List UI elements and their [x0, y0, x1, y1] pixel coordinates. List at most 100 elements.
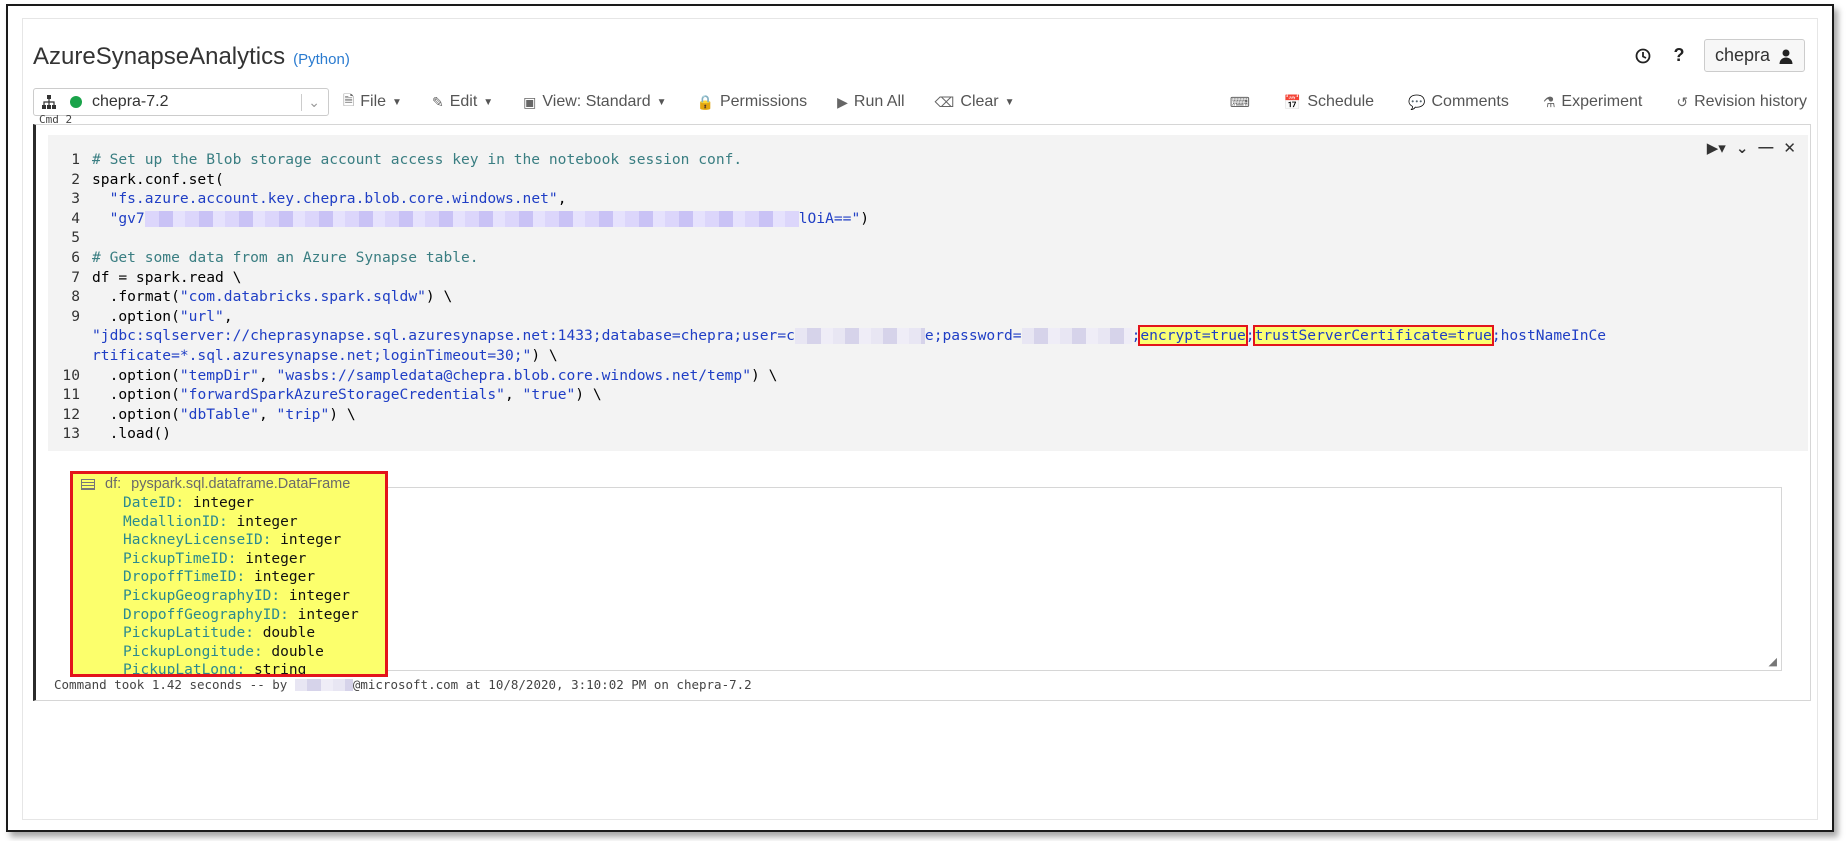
code-line: # Get some data from an Azure Synapse ta…: [92, 249, 479, 266]
edit-menu[interactable]: ✎ Edit ▼: [432, 93, 493, 111]
play-circle-icon: ▶: [837, 93, 848, 110]
flask-icon: ⚗: [1542, 93, 1556, 110]
redacted-key: [144, 210, 799, 227]
dataframe-name: df:: [105, 476, 122, 492]
cluster-tree-icon: [42, 95, 56, 109]
minimize-icon[interactable]: —: [1758, 139, 1773, 157]
schema-field: PickupTimeID: integer: [123, 550, 307, 567]
line-number: 4: [71, 209, 80, 227]
code-line: .load(): [92, 425, 172, 443]
permissions-button[interactable]: 🔒 Permissions: [697, 93, 808, 111]
code-line: "fs.azure.account.key.chepra.blob.core.w…: [109, 190, 567, 208]
close-icon[interactable]: ✕: [1783, 139, 1796, 157]
line-number: 6: [71, 249, 80, 266]
run-cell-icon[interactable]: ▶▾: [1707, 139, 1726, 157]
dataframe-schema-highlight: df: pyspark.sql.dataframe.DataFrame Date…: [70, 471, 388, 677]
user-name: chepra: [1714, 45, 1770, 65]
revision-history-button[interactable]: ↺ Revision history: [1676, 93, 1807, 111]
caret-down-icon: ▼: [1004, 96, 1015, 108]
line-number: 9: [71, 307, 80, 325]
line-number: 1: [71, 151, 80, 168]
code-line-wrap: "jdbc:sqlserver://cheprasynapse.sql.azur…: [92, 325, 1607, 347]
keyboard-shortcuts-button[interactable]: ⌨: [1230, 94, 1250, 111]
schema-field: DropoffTimeID: integer: [123, 569, 316, 586]
cluster-selector[interactable]: chepra-7.2 ⌄: [33, 88, 329, 116]
table-icon: [81, 478, 95, 490]
toolbar-right: ⌨ 📅 Schedule 💬 Comments ⚗ Experiment ↺ Revis…: [1196, 93, 1807, 111]
caret-down-icon: ▼: [656, 96, 667, 108]
line-number: 12: [62, 405, 80, 423]
resize-handle-icon[interactable]: ◢: [1769, 655, 1777, 668]
screenshot-frame: AzureSynapseAnalytics (Python) ? chepra …: [6, 4, 1834, 832]
lock-icon: 🔒: [696, 93, 714, 110]
schema-field: PickupLatitude: double: [123, 625, 316, 642]
dataframe-header[interactable]: df: pyspark.sql.dataframe.DataFrame: [81, 476, 350, 492]
schema-field: DropoffGeographyID: integer: [123, 606, 359, 623]
help-icon[interactable]: ?: [1668, 45, 1690, 67]
cluster-name: chepra-7.2: [92, 93, 169, 110]
cell-controls: ▶▾ ⌄ — ✕: [1707, 139, 1796, 157]
code-line: .option("url",: [92, 307, 233, 325]
highlight-trust-server-certificate: trustServerCertificate=true: [1252, 325, 1494, 347]
caret-down-icon: ▼: [483, 96, 494, 108]
line-number: 2: [71, 170, 80, 188]
experiment-button[interactable]: ⚗ Experiment: [1543, 93, 1642, 111]
schema-field: PickupLatLong: string: [123, 662, 307, 677]
comment-icon: 💬: [1408, 93, 1426, 110]
code-line: .option("dbTable", "trip") \: [92, 405, 356, 423]
line-number: 8: [71, 288, 80, 306]
schema-list: DateID: integer MedallionID: integer Hac…: [123, 494, 359, 677]
line-number: 10: [62, 366, 80, 384]
code-line: .option("tempDir", "wasbs://sampledata@c…: [92, 366, 778, 384]
code-editor[interactable]: ▶▾ ⌄ — ✕ 1 # Set up the Blob storage acc…: [48, 135, 1808, 451]
file-menu[interactable]: 🗎 File ▼: [343, 90, 402, 114]
notebook-window: AzureSynapseAnalytics (Python) ? chepra …: [22, 18, 1818, 820]
notebook-header: AzureSynapseAnalytics (Python): [33, 43, 350, 79]
redacted-username: [294, 678, 353, 691]
dataframe-type: pyspark.sql.dataframe.DataFrame: [131, 476, 351, 492]
code-line: "gv7 lOiA=="): [109, 209, 870, 227]
chevron-down-icon[interactable]: ⌄: [1736, 139, 1749, 157]
command-status: Command took 1.42 seconds -- by @microso…: [54, 677, 752, 692]
file-icon: 🗎: [343, 92, 355, 108]
comments-button[interactable]: 💬 Comments: [1408, 93, 1509, 111]
cluster-status-dot: [70, 96, 82, 108]
eraser-icon: ⌫: [934, 93, 955, 110]
run-all-button[interactable]: ▶ Run All: [837, 93, 904, 111]
schema-field: MedallionID: integer: [123, 513, 298, 530]
notebook-cell[interactable]: ▶▾ ⌄ — ✕ 1 # Set up the Blob storage acc…: [33, 124, 1811, 701]
code-line: .option("forwardSparkAzureStorageCredent…: [92, 386, 602, 404]
image-icon: ▣: [523, 93, 537, 110]
schedule-button[interactable]: 📅 Schedule: [1284, 93, 1374, 111]
schema-field: HackneyLicenseID: integer: [123, 532, 342, 549]
view-menu[interactable]: ▣ View: Standard ▼: [523, 93, 666, 111]
line-number: 13: [62, 425, 80, 443]
history-clock-icon[interactable]: [1632, 45, 1654, 67]
keyboard-icon: ⌨: [1229, 93, 1250, 110]
notebook-title[interactable]: AzureSynapseAnalytics: [33, 43, 285, 71]
code-line-wrap: rtificate=*.sql.azuresynapse.net;loginTi…: [92, 347, 558, 364]
schema-field: PickupLongitude: double: [123, 643, 324, 660]
schema-field: DateID: integer: [123, 495, 254, 511]
line-number: 5: [71, 229, 80, 247]
code-line: # Set up the Blob storage account access…: [92, 151, 743, 168]
schema-field: PickupGeographyID: integer: [123, 587, 350, 604]
user-icon: [1779, 49, 1793, 64]
line-number: 3: [71, 190, 80, 208]
redacted-user: [794, 328, 925, 345]
notebook-toolbar: chepra-7.2 ⌄ 🗎 File ▼ ✎ Edit ▼ ▣ View: Standa…: [33, 87, 1807, 117]
caret-down-icon: ▼: [392, 96, 402, 108]
chevron-down-icon[interactable]: ⌄: [301, 93, 320, 111]
edit-icon: ✎: [431, 93, 444, 110]
user-menu-button[interactable]: chepra: [1703, 39, 1805, 72]
code-line: df = spark.read \: [92, 268, 242, 286]
code-line: spark.conf.set(: [92, 170, 224, 188]
highlight-encrypt: encrypt=true: [1138, 325, 1248, 347]
header-actions: ? chepra: [1632, 39, 1805, 72]
line-number: 7: [71, 268, 80, 286]
clear-menu[interactable]: ⌫ Clear ▼: [935, 93, 1015, 111]
line-number: 11: [62, 386, 80, 404]
redacted-password: [1021, 328, 1132, 345]
calendar-icon: 📅: [1283, 93, 1302, 110]
notebook-language[interactable]: (Python): [293, 51, 350, 68]
